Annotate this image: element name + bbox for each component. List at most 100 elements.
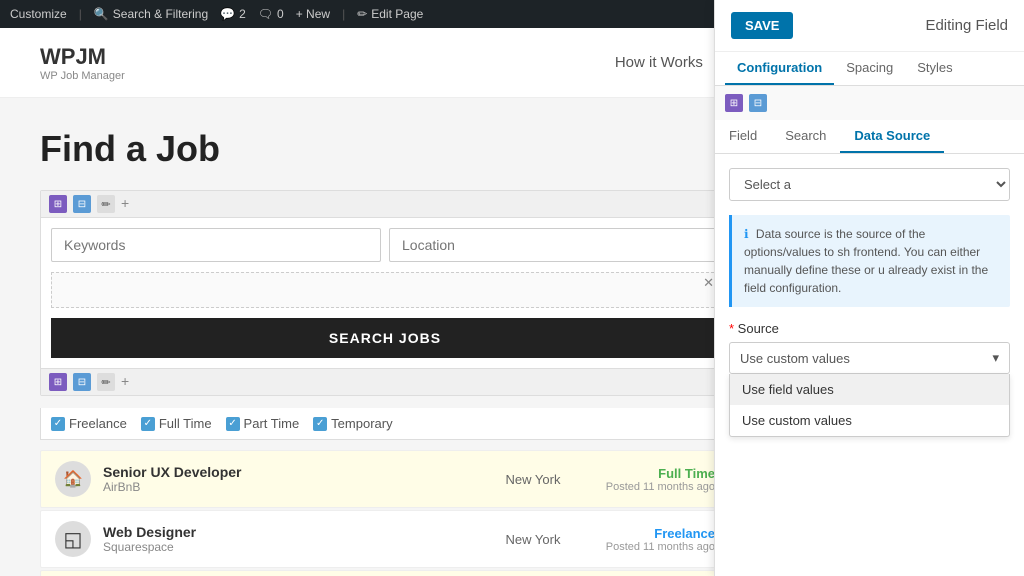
nav-how-it-works[interactable]: How it Works — [615, 54, 703, 71]
job-type-1: Full Time — [595, 466, 715, 481]
search-jobs-button[interactable]: SEARCH JOBS — [51, 318, 719, 358]
source-chevron-icon: ▾ — [992, 350, 999, 366]
bubble-count: 0 — [277, 7, 284, 21]
checkbox-label-parttime: Part Time — [244, 416, 300, 431]
sep-1: | — [79, 7, 82, 21]
filter-checkboxes: Freelance Full Time Part Time Temporary — [40, 408, 730, 440]
job-title-1[interactable]: Senior UX Developer — [103, 464, 471, 480]
panel-field-tabs: Field Search Data Source — [715, 120, 1024, 154]
checkbox-label-temporary: Temporary — [331, 416, 392, 431]
search-filtering-label: Search & Filtering — [113, 7, 208, 21]
panel-config-tabs: Configuration Spacing Styles — [715, 52, 1024, 86]
widget-toolbar-top: ⊞ ⊟ ✏ + — [41, 191, 729, 218]
location-input[interactable] — [389, 228, 719, 262]
additional-filter-row: ✕ — [51, 272, 719, 308]
close-filter-btn[interactable]: ✕ — [703, 275, 714, 291]
job-info-2: Web Designer Squarespace — [103, 524, 471, 554]
sep-2: | — [342, 7, 345, 21]
edit-icon: ✏ — [357, 7, 367, 21]
add-widget-btn-2[interactable]: + — [121, 373, 139, 391]
panel-header: SAVE Editing Field — [715, 0, 1024, 52]
add-widget-btn[interactable]: + — [121, 195, 139, 213]
keywords-input[interactable] — [51, 228, 381, 262]
job-company-1: AirBnB — [103, 480, 471, 494]
tab-spacing[interactable]: Spacing — [834, 52, 905, 85]
source-value: Use custom values — [740, 351, 850, 366]
checkbox-label-freelance: Freelance — [69, 416, 127, 431]
job-title-2[interactable]: Web Designer — [103, 524, 471, 540]
job-listing-2: ◱ Web Designer Squarespace New York Free… — [40, 510, 730, 568]
edit-page-item[interactable]: ✏ Edit Page — [357, 7, 423, 21]
field-icon-1: ⊞ — [725, 94, 743, 112]
main-content: Find a Job ⊞ ⊟ ✏ + ✕ SEARCH JOBS ⊞ ⊟ ✏ + — [0, 98, 770, 576]
widget-toolbar-bottom: ⊞ ⊟ ✏ + — [41, 368, 729, 395]
logo-tagline: WP Job Manager — [40, 70, 125, 82]
source-option-field-values[interactable]: Use field values — [730, 374, 1009, 405]
info-icon: ℹ — [744, 227, 749, 241]
widget-icon-3: ⊞ — [49, 373, 67, 391]
tab-search[interactable]: Search — [771, 120, 840, 153]
new-item[interactable]: + New — [296, 7, 330, 21]
tab-field[interactable]: Field — [715, 120, 771, 153]
tab-styles[interactable]: Styles — [905, 52, 964, 85]
checkbox-box-fulltime — [141, 417, 155, 431]
comments-item[interactable]: 💬 2 — [220, 7, 246, 21]
checkbox-box-temporary — [313, 417, 327, 431]
source-label: * Source — [729, 321, 1010, 336]
job-listing-1: 🏠 Senior UX Developer AirBnB New York Fu… — [40, 450, 730, 508]
field-icons-row: ⊞ ⊟ — [715, 86, 1024, 120]
checkbox-box-parttime — [226, 417, 240, 431]
source-option-custom-values[interactable]: Use custom values — [730, 405, 1009, 436]
job-avatar-1: 🏠 — [55, 461, 91, 497]
edit-widget-btn[interactable]: ✏ — [97, 195, 115, 213]
source-dropdown-wrapper: Use custom values ▾ Use field values Use… — [729, 342, 1010, 374]
comments-count: 2 — [239, 7, 246, 21]
checkbox-box-freelance — [51, 417, 65, 431]
checkbox-label-fulltime: Full Time — [159, 416, 212, 431]
job-type-2: Freelance — [595, 526, 715, 541]
widget-icon-4: ⊟ — [73, 373, 91, 391]
job-meta-2: Freelance Posted 11 months ago — [595, 526, 715, 553]
edit-widget-btn-2[interactable]: ✏ — [97, 373, 115, 391]
search-filter-icon: 🔍 — [94, 7, 109, 21]
edit-page-label: Edit Page — [371, 7, 423, 21]
save-button[interactable]: SAVE — [731, 12, 793, 39]
field-icon-2: ⊟ — [749, 94, 767, 112]
checkbox-freelance[interactable]: Freelance — [51, 416, 127, 431]
job-posted-2: Posted 11 months ago — [595, 541, 715, 553]
job-location-2: New York — [483, 532, 583, 547]
tab-configuration[interactable]: Configuration — [725, 52, 834, 85]
bubbles-item[interactable]: 🗨 0 — [258, 7, 284, 21]
job-info-1: Senior UX Developer AirBnB — [103, 464, 471, 494]
right-panel: SAVE Editing Field Configuration Spacing… — [714, 0, 1024, 576]
bubble-icon: 🗨 — [258, 7, 273, 21]
panel-body: Select a ℹ Data source is the source of … — [715, 154, 1024, 576]
info-text: Data source is the source of the options… — [744, 227, 988, 295]
search-filtering-item[interactable]: 🔍 Search & Filtering — [94, 7, 208, 21]
search-fields — [41, 218, 729, 272]
checkbox-fulltime[interactable]: Full Time — [141, 416, 212, 431]
site-logo: WPJM WP Job Manager — [40, 44, 125, 82]
widget-icon-1: ⊞ — [49, 195, 67, 213]
panel-title: Editing Field — [925, 17, 1008, 34]
page-title: Find a Job — [40, 128, 730, 170]
info-box: ℹ Data source is the source of the optio… — [729, 215, 1010, 307]
widget-icon-2: ⊟ — [73, 195, 91, 213]
logo-name: WPJM — [40, 44, 125, 70]
required-star: * — [729, 321, 738, 336]
content-wrapper: Find a Job ⊞ ⊟ ✏ + ✕ SEARCH JOBS ⊞ ⊟ ✏ + — [0, 98, 1024, 576]
job-meta-1: Full Time Posted 11 months ago — [595, 466, 715, 493]
checkbox-parttime[interactable]: Part Time — [226, 416, 300, 431]
tab-data-source[interactable]: Data Source — [840, 120, 944, 153]
job-listing-3: 🛍 Art Director Shopify Toronto Part Time… — [40, 570, 730, 576]
customize-label: Customize — [10, 7, 67, 21]
checkbox-temporary[interactable]: Temporary — [313, 416, 392, 431]
job-posted-1: Posted 11 months ago — [595, 481, 715, 493]
comments-icon: 💬 — [220, 7, 235, 21]
customize-item[interactable]: Customize — [10, 7, 67, 21]
job-company-2: Squarespace — [103, 540, 471, 554]
source-dropdown-input[interactable]: Use custom values ▾ — [729, 342, 1010, 374]
select-a-dropdown[interactable]: Select a — [729, 168, 1010, 201]
job-avatar-2: ◱ — [55, 521, 91, 557]
job-location-1: New York — [483, 472, 583, 487]
